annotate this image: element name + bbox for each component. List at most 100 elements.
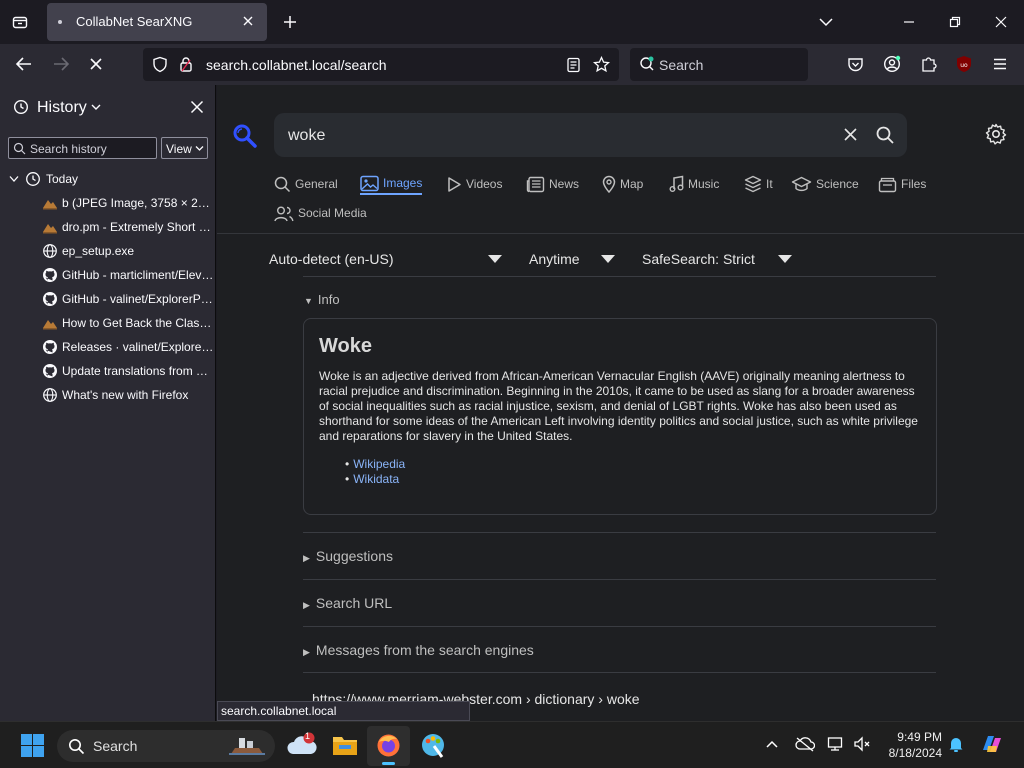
weather-widget-icon[interactable] (287, 732, 317, 758)
infobox-link-item[interactable]: • Wikipedia (345, 457, 405, 472)
url-bar[interactable]: search.collabnet.local/search (143, 48, 619, 81)
browser-search-bar[interactable]: Search (630, 48, 808, 81)
history-item[interactable]: What's new with Firefox (0, 383, 216, 407)
notification-bell-icon[interactable] (948, 735, 964, 753)
search-url-section[interactable]: ▶ Search URL (303, 595, 392, 611)
map-pin-icon (602, 175, 616, 193)
category-tab-map[interactable]: Map (602, 173, 643, 195)
system-clock[interactable]: 9:49 PM 8/18/2024 (880, 729, 942, 761)
category-tab-it[interactable]: It (744, 173, 773, 195)
history-group-today[interactable]: Today (0, 168, 216, 190)
clear-search-icon[interactable] (843, 127, 858, 142)
searxng-logo-icon[interactable] (232, 123, 258, 149)
category-tab-social-media[interactable]: Social Media (274, 202, 367, 224)
play-icon (447, 176, 462, 193)
history-item[interactable]: ep_setup.exe (0, 239, 216, 263)
sidebar-switcher-chevron-icon[interactable] (91, 103, 101, 111)
search-query-box[interactable]: woke (274, 113, 907, 157)
history-item[interactable]: Update translations from Transifex (0, 359, 216, 383)
time-range-select[interactable]: Anytime (529, 251, 580, 267)
history-item[interactable]: How to Get Back the Classic Taskbar (0, 311, 216, 335)
safesearch-caret-icon[interactable] (778, 255, 792, 263)
volume-muted-icon[interactable] (853, 736, 871, 752)
infobox-link-item[interactable]: • Wikidata (345, 472, 405, 487)
category-tab-files[interactable]: Files (878, 173, 926, 195)
safesearch-select[interactable]: SafeSearch: Strict (642, 251, 755, 267)
bookmark-star-icon[interactable] (593, 56, 610, 73)
category-tab-news[interactable]: News (526, 173, 579, 195)
ublock-origin-icon[interactable]: uo (955, 55, 973, 73)
wikidata-link[interactable]: Wikidata (353, 472, 399, 486)
history-item-label: Update translations from Transifex (62, 364, 214, 378)
extensions-icon[interactable] (920, 55, 937, 73)
onedrive-offline-icon[interactable] (795, 736, 815, 752)
engine-messages-section[interactable]: ▶ Messages from the search engines (303, 642, 534, 658)
new-tab-icon[interactable] (282, 14, 298, 30)
view-button[interactable]: View (161, 137, 208, 159)
history-item[interactable]: Releases · valinet/ExplorerPatcher (0, 335, 216, 359)
history-item[interactable]: GitHub - marticliment/ElevenClock (0, 263, 216, 287)
account-icon[interactable] (883, 55, 901, 73)
history-item[interactable]: b (JPEG Image, 3758 × 2113 pixels) (0, 191, 216, 215)
tracking-shield-icon[interactable] (152, 56, 168, 73)
chevron-down-icon[interactable] (818, 15, 834, 29)
files-icon (878, 176, 897, 193)
chevron-up-icon[interactable] (765, 739, 779, 749)
browser-search-placeholder: Search (659, 57, 704, 73)
stop-loading-icon[interactable] (88, 56, 104, 72)
layers-icon (744, 175, 762, 193)
navigation-toolbar: search.collabnet.local/search Search uo (0, 44, 1024, 85)
menu-icon[interactable] (992, 56, 1008, 72)
category-tab-music[interactable]: Music (669, 173, 719, 195)
close-sidebar-icon[interactable] (190, 100, 204, 114)
category-tab-general[interactable]: General (274, 173, 338, 195)
url-text[interactable]: search.collabnet.local/search (206, 57, 387, 73)
list-all-tabs-icon[interactable] (12, 14, 28, 30)
divider (303, 672, 936, 673)
paint-icon[interactable] (420, 732, 446, 758)
tab-strip: CollabNet SearXNG (0, 0, 1024, 44)
copilot-icon[interactable] (979, 732, 1005, 756)
lock-icon[interactable] (179, 56, 193, 73)
image-icon (42, 195, 58, 211)
taskbar-search[interactable]: Search (57, 730, 275, 762)
search-query-input[interactable]: woke (288, 127, 325, 145)
infobox: Woke Woke is an adjective derived from A… (303, 318, 937, 515)
clock-time: 9:49 PM (897, 730, 942, 744)
search-icon (274, 176, 291, 193)
settings-gear-icon[interactable] (985, 123, 1007, 145)
info-toggle[interactable]: ▼ Info (304, 292, 340, 307)
network-icon[interactable] (827, 736, 845, 752)
wikipedia-link[interactable]: Wikipedia (353, 457, 405, 471)
category-tab-images[interactable]: Images (360, 173, 423, 195)
tab-collabnet[interactable]: CollabNet SearXNG (47, 3, 267, 41)
twisty-chevron-icon[interactable] (9, 175, 19, 183)
forward-icon[interactable] (52, 56, 70, 72)
collapsed-triangle-icon: ▶ (303, 553, 310, 563)
history-item-label: Releases · valinet/ExplorerPatcher (62, 340, 214, 354)
suggestions-section[interactable]: ▶ Suggestions (303, 548, 393, 564)
history-search-input[interactable]: Search history (8, 137, 157, 159)
history-item[interactable]: GitHub - valinet/ExplorerPatcher (0, 287, 216, 311)
search-submit-icon[interactable] (875, 125, 895, 145)
firefox-taskbar-button[interactable] (367, 726, 410, 766)
language-caret-icon[interactable] (488, 255, 502, 263)
minimize-icon[interactable] (902, 15, 916, 29)
category-tab-videos[interactable]: Videos (447, 173, 502, 195)
back-icon[interactable] (15, 56, 33, 72)
category-tab-science[interactable]: Science (791, 173, 859, 195)
time-caret-icon[interactable] (601, 255, 615, 263)
history-item[interactable]: dro.pm - Extremely Short Links (0, 215, 216, 239)
restore-icon[interactable] (948, 15, 962, 29)
history-item-label: GitHub - valinet/ExplorerPatcher (62, 292, 214, 306)
language-select[interactable]: Auto-detect (en-US) (269, 251, 394, 267)
sidebar-title[interactable]: History (37, 99, 87, 117)
pocket-icon[interactable] (847, 56, 864, 73)
history-item-label: dro.pm - Extremely Short Links (62, 220, 214, 234)
history-item-label: How to Get Back the Classic Taskbar (62, 316, 214, 330)
windows-start-icon[interactable] (21, 734, 44, 757)
file-explorer-icon[interactable] (332, 733, 358, 757)
close-window-icon[interactable] (994, 15, 1008, 29)
close-tab-icon[interactable] (241, 14, 255, 28)
reader-view-icon[interactable] (566, 57, 581, 73)
